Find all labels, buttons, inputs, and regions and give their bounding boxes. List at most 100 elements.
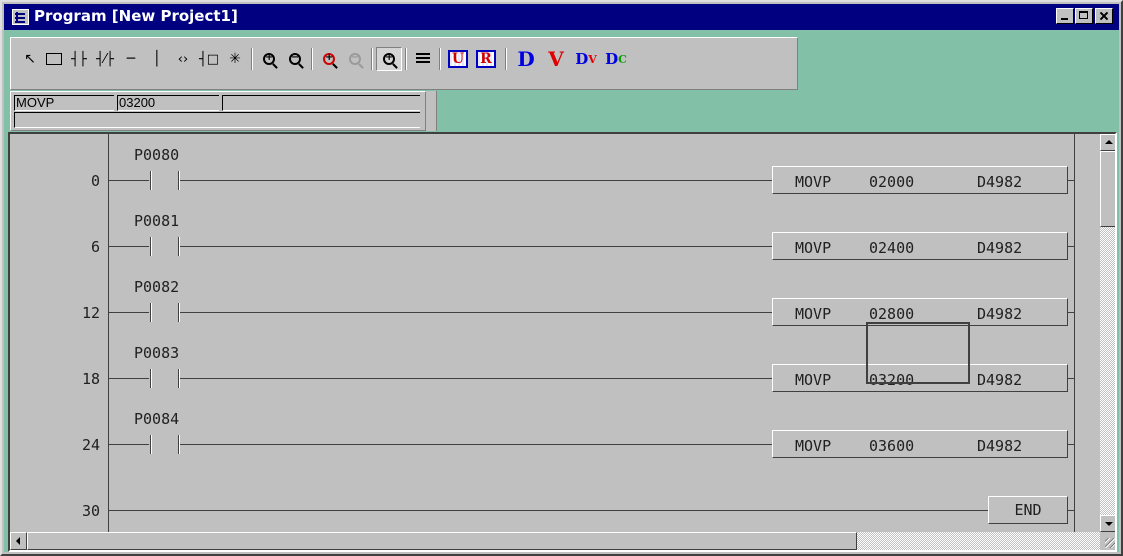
horizontal-scrollbar[interactable] xyxy=(10,532,1100,550)
coil-icon[interactable]: ‹› xyxy=(171,47,195,71)
step-number: 0 xyxy=(90,172,100,190)
contact-left-bar-highlight xyxy=(151,171,152,190)
rung-wire xyxy=(1068,180,1074,181)
function-box[interactable]: MOVP 02000 D4982 xyxy=(772,166,1068,194)
toolbar-separator xyxy=(251,48,253,70)
contact-address: P0081 xyxy=(134,212,180,230)
scroll-down-arrow-icon[interactable] xyxy=(1100,515,1115,532)
contact-left-bar-highlight xyxy=(151,237,152,256)
rung-wire xyxy=(109,246,149,247)
rung-wire xyxy=(1068,378,1074,379)
close-button[interactable] xyxy=(1095,8,1113,24)
ladder-rung[interactable]: 6 P0081 MOVP 02400 D4982 xyxy=(10,212,1084,278)
rung-wire xyxy=(1068,246,1074,247)
rung-wire xyxy=(180,444,772,445)
source-operand: 03600 xyxy=(869,437,915,455)
device-dc-icon[interactable]: DC xyxy=(603,47,629,71)
contact-left-bar-highlight xyxy=(151,303,152,322)
instruction-mnemonic: MOVP xyxy=(795,305,832,323)
vertical-scrollbar[interactable] xyxy=(1100,134,1115,532)
rung-wire xyxy=(109,444,149,445)
client-area: ↖ ┤├ ┤⁄├ ─ │ ‹› ┤□ ✳ + − + − + U R D V D… xyxy=(4,30,1119,552)
ladder-app-icon[interactable] xyxy=(12,9,29,25)
destination-operand: D4982 xyxy=(977,173,1023,191)
rung-wire xyxy=(180,180,772,181)
rung-wire xyxy=(109,180,149,181)
special-instruction-icon[interactable]: ✳ xyxy=(223,47,247,71)
destination-operand: D4982 xyxy=(977,371,1023,389)
zoom-out-icon[interactable]: − xyxy=(283,47,307,71)
minimize-button[interactable] xyxy=(1056,8,1074,24)
contact-left-bar-highlight xyxy=(151,369,152,388)
ladder-editor[interactable]: 0 P0080 MOVP 02000 D4982 6 P0081 MOVP 02… xyxy=(8,132,1117,552)
vertical-scroll-thumb[interactable] xyxy=(1100,151,1115,227)
source-operand: 02800 xyxy=(869,305,915,323)
rung-wire xyxy=(180,246,772,247)
toolbar-separator xyxy=(439,48,441,70)
title-bar[interactable]: Program [New Project1] xyxy=(4,4,1119,30)
ladder-diagram[interactable]: 0 P0080 MOVP 02000 D4982 6 P0081 MOVP 02… xyxy=(10,134,1084,532)
rung-wire xyxy=(109,510,988,511)
source-operand: 02400 xyxy=(869,239,915,257)
function-box[interactable]: MOVP 02400 D4982 xyxy=(772,232,1068,260)
step-number: 18 xyxy=(81,370,100,388)
device-dv-icon[interactable]: DV xyxy=(573,47,599,71)
destination-operand: D4982 xyxy=(977,239,1023,257)
rung-wire xyxy=(1068,444,1074,445)
rung-wire xyxy=(1068,510,1074,511)
destination-operand: D4982 xyxy=(977,437,1023,455)
select-pointer-icon[interactable]: ↖ xyxy=(19,47,41,71)
source-operand: 02000 xyxy=(869,173,915,191)
scroll-left-arrow-icon[interactable] xyxy=(10,532,27,550)
rung-wire xyxy=(1068,312,1074,313)
zoom-out-column-icon: − xyxy=(349,52,361,65)
device-d-icon[interactable]: D xyxy=(513,47,539,71)
instruction-bar-edge xyxy=(426,91,437,131)
instruction-mnemonic: MOVP xyxy=(795,239,832,257)
end-instruction-box[interactable]: END xyxy=(988,496,1068,524)
rung-wire xyxy=(180,312,772,313)
zoom-in-column-icon[interactable]: + xyxy=(317,47,341,71)
program-window: Program [New Project1] ↖ ┤├ ┤⁄├ ─ │ ‹› ┤… xyxy=(0,0,1123,556)
vertical-line-icon[interactable]: │ xyxy=(147,47,167,71)
mark-r-icon[interactable]: R xyxy=(473,47,499,71)
horizontal-line-icon[interactable]: ─ xyxy=(119,47,143,71)
resize-grip-icon[interactable] xyxy=(1100,532,1115,550)
function-block-icon[interactable]: ┤□ xyxy=(197,47,221,71)
scroll-up-arrow-icon[interactable] xyxy=(1100,134,1115,151)
box-icon[interactable] xyxy=(43,47,65,71)
ladder-rung[interactable]: 0 P0080 MOVP 02000 D4982 xyxy=(10,146,1084,212)
contact-address: P0084 xyxy=(134,410,180,428)
step-number: 12 xyxy=(81,304,100,322)
step-number: 30 xyxy=(81,502,100,520)
maximize-button[interactable] xyxy=(1075,8,1093,24)
instruction-mnemonic: MOVP xyxy=(795,173,832,191)
comment-field[interactable] xyxy=(14,112,420,128)
edit-cursor xyxy=(866,322,970,384)
toolbar-separator xyxy=(405,48,407,70)
contact-address: P0083 xyxy=(134,344,180,362)
instruction-mnemonic: MOVP xyxy=(795,437,832,455)
contact-left-bar-highlight xyxy=(151,435,152,454)
rung-wire xyxy=(109,378,149,379)
rung-wire xyxy=(180,378,772,379)
operand2-field[interactable] xyxy=(222,95,420,111)
mnemonic-field[interactable]: MOVP xyxy=(14,95,114,111)
rung-wire xyxy=(109,312,149,313)
zoom-in-icon[interactable]: + xyxy=(257,47,281,71)
toolbar-separator xyxy=(505,48,507,70)
window-controls xyxy=(1055,8,1113,24)
normally-closed-contact-icon[interactable]: ┤⁄├ xyxy=(93,47,117,71)
operand1-field[interactable]: 03200 xyxy=(117,95,219,111)
comment-lines-icon[interactable] xyxy=(411,47,435,71)
function-box[interactable]: MOVP 03600 D4982 xyxy=(772,430,1068,458)
device-v-icon[interactable]: V xyxy=(543,47,569,71)
instruction-input-bar: MOVP 03200 xyxy=(10,91,426,131)
step-number: 6 xyxy=(90,238,100,256)
mark-u-icon[interactable]: U xyxy=(445,47,471,71)
zoom-fit-icon[interactable]: + xyxy=(376,47,402,71)
ladder-rung[interactable]: 24 P0084 MOVP 03600 D4982 xyxy=(10,410,1084,476)
normally-open-contact-icon[interactable]: ┤├ xyxy=(67,47,91,71)
destination-operand: D4982 xyxy=(977,305,1023,323)
horizontal-scroll-thumb[interactable] xyxy=(27,532,857,550)
